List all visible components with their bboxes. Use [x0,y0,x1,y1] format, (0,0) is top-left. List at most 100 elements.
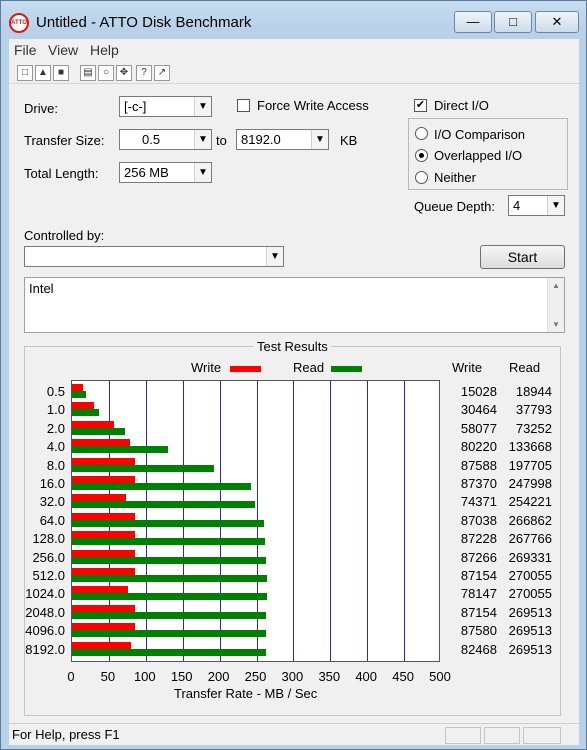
transfer-from-value: 0.5 [142,132,161,147]
write-value: 87038 [460,512,497,528]
read-column-header: Read [509,360,541,375]
read-bar [72,409,100,417]
grid-line [293,381,295,661]
read-value: 197705 [508,457,552,473]
chevron-down-icon[interactable]: ▼ [194,130,211,149]
read-bar [72,446,169,454]
grid-line [404,381,406,661]
write-value: 82468 [460,641,497,657]
direct-io-label: Direct I/O [434,98,489,113]
write-value: 87266 [460,549,497,565]
transfer-from-select[interactable]: 0.5 ▼ [119,129,212,150]
help-icon[interactable]: ? [136,65,152,81]
print-icon[interactable]: ▤ [80,65,96,81]
read-value: 270055 [508,568,552,583]
grid-line [330,381,332,661]
queue-depth-label: Queue Depth: [414,199,495,214]
print-preview-icon[interactable]: ○ [98,65,114,81]
write-bar [72,420,114,428]
transfer-size-tick-label: 1.0 [46,402,65,418]
neither-label: Neither [434,170,476,185]
read-bar [72,611,267,619]
move-icon[interactable]: ✥ [116,65,132,81]
transfer-to-select[interactable]: 8192.0 ▼ [236,129,329,150]
menu-view[interactable]: View [48,42,78,58]
chevron-down-icon[interactable]: ▼ [311,130,328,149]
read-bar [72,501,256,509]
total-length-select[interactable]: 256 MB ▼ [119,162,212,183]
scroll-down-icon[interactable]: ▼ [552,320,560,329]
maximize-button[interactable]: □ [494,11,532,33]
legend-write-swatch [230,366,261,372]
transfer-size-tick-label: 2.0 [46,420,65,436]
transfer-size-tick-label: 8192.0 [25,641,65,657]
write-bar [72,586,129,594]
write-bar [72,531,135,539]
io-comparison-radio[interactable] [415,127,428,140]
write-bar [72,512,135,520]
write-value: 87228 [460,531,497,547]
drive-select[interactable]: [-c-] ▼ [119,96,212,117]
close-button[interactable]: ✕ [535,11,579,33]
x-axis-tick-label: 450 [392,669,414,684]
write-bar [72,402,94,410]
direct-io-checkbox[interactable]: ✔ [414,99,427,112]
write-value: 87154 [460,568,497,583]
neither-radio[interactable] [415,171,428,184]
transfer-size-tick-label: 1024.0 [25,586,65,602]
controlled-by-select[interactable]: ▼ [24,246,284,267]
total-length-value: 256 MB [124,165,169,180]
notes-scrollbar[interactable]: ▲ ▼ [547,278,564,332]
x-axis-tick-label: 150 [170,669,193,684]
start-button[interactable]: Start [480,245,565,269]
read-value: 18944 [515,384,552,399]
x-axis-tick-label: 400 [355,669,378,684]
transfer-size-tick-label: 4096.0 [25,623,65,639]
menu-bar: File View Help [9,39,579,61]
context-help-icon[interactable]: ↗ [154,65,170,81]
read-bar [72,464,215,472]
status-pane [445,727,481,744]
minimize-button[interactable]: — [454,11,492,33]
transfer-size-tick-label: 8.0 [46,457,65,473]
read-value: 247998 [508,476,552,491]
write-bar [72,457,136,465]
read-value: 269513 [508,623,552,639]
read-bar [72,391,86,398]
window-title: Untitled - ATTO Disk Benchmark [36,14,252,31]
chevron-down-icon[interactable]: ▼ [194,97,211,116]
menu-file[interactable]: File [14,42,37,58]
chevron-down-icon[interactable]: ▼ [194,163,211,182]
title-bar[interactable]: ATTO Untitled - ATTO Disk Benchmark — □ … [1,1,586,39]
force-write-checkbox[interactable] [237,99,250,112]
read-bar [72,538,265,546]
legend-write-label: Write [191,360,222,375]
open-icon[interactable]: ▲ [35,65,51,81]
transfer-size-tick-label: 4.0 [46,439,65,455]
menu-help[interactable]: Help [90,42,119,58]
x-axis-tick-label: 0 [67,669,75,684]
total-length-label: Total Length: [24,166,99,181]
new-icon[interactable]: □ [17,65,33,81]
write-column-header: Write [452,360,483,375]
write-bar [72,623,136,631]
save-icon[interactable]: ■ [53,65,69,81]
results-plot [71,380,440,662]
scroll-up-icon[interactable]: ▲ [552,281,560,290]
x-axis-tick-label: 500 [429,669,451,684]
x-axis-tick-label: 300 [281,669,304,684]
write-bar [72,476,135,483]
x-axis-tick-label: 350 [318,669,341,684]
write-value: 87588 [460,457,497,473]
controlled-by-label: Controlled by: [24,228,105,243]
transfer-to-value: 8192.0 [241,132,281,147]
write-bar [72,568,135,575]
read-value: 267766 [508,531,552,547]
queue-depth-select[interactable]: 4 ▼ [508,195,565,216]
overlapped-io-radio[interactable] [415,149,428,162]
chevron-down-icon[interactable]: ▼ [547,196,564,215]
test-results-title: Test Results [254,339,331,354]
io-comparison-label: I/O Comparison [434,127,526,142]
chevron-down-icon[interactable]: ▼ [266,247,283,266]
notes-textarea[interactable]: Intel ▲ ▼ [24,277,565,333]
